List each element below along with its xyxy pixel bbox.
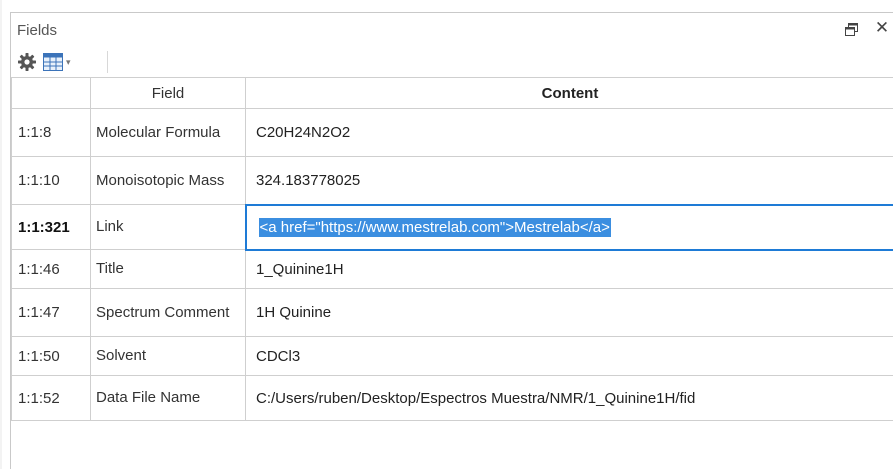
row-field: Data File Name [90, 375, 246, 421]
panel-title: Fields [17, 22, 58, 39]
column-header-id[interactable] [11, 77, 91, 109]
table-row[interactable]: 1:1:50 Solvent CDCl3 [11, 336, 893, 376]
grid-table-icon[interactable] [43, 53, 63, 71]
table-row-selected[interactable]: 1:1:321 Link <a href="https://www.mestre… [11, 203, 893, 251]
table-row[interactable]: 1:1:46 Title 1_Quinine1H [11, 249, 893, 289]
row-id: 1:1:46 [11, 249, 91, 289]
row-field: Monoisotopic Mass [90, 156, 246, 205]
chevron-down-icon[interactable]: ▾ [66, 57, 71, 68]
table-row[interactable]: 1:1:52 Data File Name C:/Users/ruben/Des… [11, 375, 893, 421]
row-id: 1:1:10 [11, 156, 91, 205]
row-content[interactable]: C20H24N2O2 [245, 108, 893, 157]
row-field: Title [90, 249, 246, 289]
row-content[interactable]: 324.183778025 [245, 156, 893, 205]
row-field: Spectrum Comment [90, 288, 246, 337]
close-button[interactable]: ✕ [873, 19, 891, 37]
row-id: 1:1:50 [11, 336, 91, 376]
selected-text[interactable]: <a href="https://www.mestrelab.com">Mest… [258, 217, 611, 237]
column-header-field[interactable]: Field [90, 77, 246, 109]
row-field: Molecular Formula [90, 108, 246, 157]
fields-table: Field Content 1:1:8 Molecular Formula C2… [11, 77, 893, 421]
row-id: 1:1:8 [11, 108, 91, 157]
toolbar-divider [107, 51, 108, 73]
row-content[interactable]: CDCl3 [245, 336, 893, 376]
window-edge [0, 0, 2, 469]
row-content[interactable]: 1_Quinine1H [245, 249, 893, 289]
row-field: Solvent [90, 336, 246, 376]
row-content-editor[interactable]: <a href="https://www.mestrelab.com">Mest… [244, 203, 893, 251]
row-id: 1:1:52 [11, 375, 91, 421]
row-field: Link [90, 204, 246, 250]
row-content[interactable]: 1H Quinine [245, 288, 893, 337]
table-row[interactable]: 1:1:47 Spectrum Comment 1H Quinine [11, 288, 893, 337]
column-header-content[interactable]: Content [245, 77, 893, 109]
row-id: 1:1:47 [11, 288, 91, 337]
row-content[interactable]: C:/Users/ruben/Desktop/Espectros Muestra… [245, 375, 893, 421]
panel-titlebar: Fields ✕ [11, 13, 893, 47]
panel-toolbar: ▾ [11, 47, 893, 77]
restore-window-icon[interactable] [843, 21, 859, 37]
table-row[interactable]: 1:1:10 Monoisotopic Mass 324.183778025 [11, 156, 893, 205]
gear-icon[interactable] [17, 52, 37, 72]
row-id: 1:1:321 [11, 204, 91, 250]
fields-panel: Fields ✕ ▾ Field Content 1:1:8 Molecular… [10, 12, 893, 469]
table-row[interactable]: 1:1:8 Molecular Formula C20H24N2O2 [11, 108, 893, 157]
